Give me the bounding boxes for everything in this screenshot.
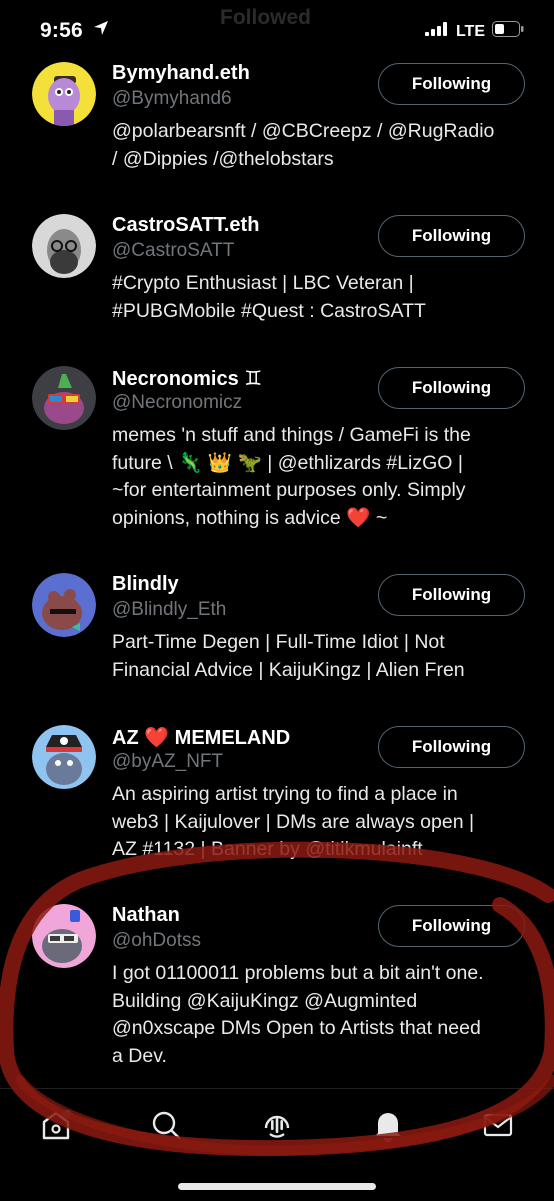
bio-line: @polarbearsnft / @CBCreepz / @RugRadio [112,120,495,142]
avatar[interactable] [32,904,96,968]
avatar[interactable] [32,725,96,789]
bio-line: An aspiring artist trying to find a plac… [112,783,458,805]
account-bio: I got 01100011 problems but a bit ain't … [112,960,532,1070]
following-button[interactable]: Following [378,215,525,257]
account-bio: Part-Time Degen | Full-Time Idiot | Not … [112,629,532,684]
account-handle: @Bymyhand6 [112,88,232,109]
account-handle: @Blindly_Eth [112,599,227,620]
bio-line: / @Dippies /@thelobstars [112,147,334,170]
account-name: AZ ❤️ MEMELAND [112,727,291,749]
account-bio: #Crypto Enthusiast | LBC Veteran | #PUBG… [112,270,532,325]
home-indicator [178,1183,376,1190]
bio-line: Part-Time Degen | Full-Time Idiot | Not [112,631,445,653]
account-bio: An aspiring artist trying to find a plac… [112,781,532,864]
bio-line: AZ #1132 | Banner by @titikmulainft [112,838,423,860]
tab-spaces[interactable] [257,1107,297,1147]
header-title-ghost: Followed [220,6,311,29]
bell-icon [372,1108,404,1147]
following-button[interactable]: Following [378,63,525,105]
avatar[interactable] [32,62,96,126]
tab-home[interactable] [36,1107,76,1147]
home-icon [39,1108,73,1147]
search-icon [150,1109,182,1146]
tab-messages[interactable] [478,1107,518,1147]
account-handle: @CastroSATT [112,240,235,261]
status-time: 9:56 [40,19,83,42]
account-bio: memes 'n stuff and things / GameFi is th… [112,422,532,532]
account-bio: @polarbearsnft / @CBCreepz / @RugRadio /… [112,118,532,173]
account-name: Bymyhand.eth [112,62,250,84]
avatar[interactable] [32,366,96,430]
bio-line: #Crypto Enthusiast | LBC Veteran | [112,272,414,294]
account-name: Necronomics ♊ [112,368,263,390]
account-name: CastroSATT.eth [112,214,260,236]
mail-icon [482,1110,514,1145]
bio-line: memes 'n stuff and things / GameFi is th… [112,424,471,446]
tab-search[interactable] [146,1107,186,1147]
following-button[interactable]: Following [378,367,525,409]
battery-icon [492,21,524,42]
bio-line: a Dev. [112,1044,167,1067]
following-button[interactable]: Following [378,905,525,947]
bio-line: #PUBGMobile #Quest : CastroSATT [112,299,426,322]
signal-icon [424,22,449,41]
bio-line: Financial Advice | KaijuKingz | Alien Fr… [112,658,465,681]
bio-line: I got 01100011 problems but a bit ain't … [112,962,484,984]
account-name: Nathan [112,904,180,926]
bio-line: Building @KaijuKingz @Augminted [112,989,418,1012]
following-button[interactable]: Following [378,726,525,768]
spaces-icon [260,1108,294,1147]
account-handle: @byAZ_NFT [112,751,224,772]
account-name: Blindly [112,573,179,595]
following-button[interactable]: Following [378,574,525,616]
avatar[interactable] [32,573,96,637]
bio-line: @n0xscape DMs Open to Artists that need [112,1017,481,1039]
network-type: LTE [455,22,485,40]
avatar[interactable] [32,214,96,278]
bio-line: ~for entertainment purposes only. Simply [112,479,466,501]
bio-line: future \ 🦎 👑 🦖 | @ethlizards #LizGO | [112,451,463,474]
tab-notifications[interactable] [368,1107,408,1147]
bio-line: opinions, nothing is advice ❤️ ~ [112,506,388,529]
account-handle: @Necronomicz [112,392,243,413]
location-arrow-icon [93,20,109,41]
bio-line: web3 | Kaijulover | DMs are always open … [112,810,475,833]
account-handle: @ohDotss [112,930,201,951]
status-bar: Followed 9:56 LTE [0,0,554,62]
